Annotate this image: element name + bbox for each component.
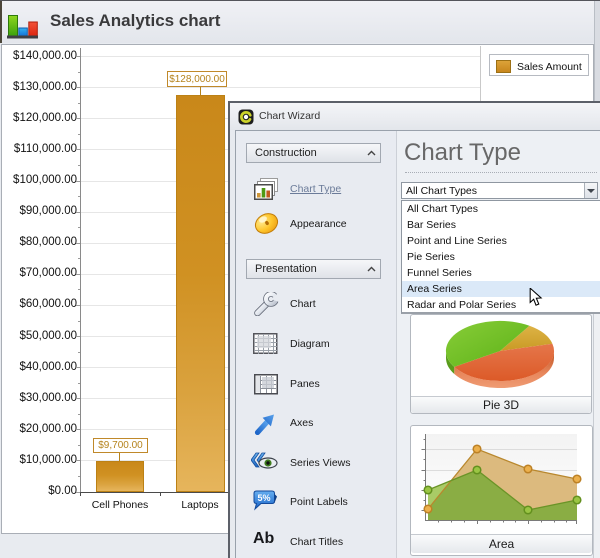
svg-text:5%: 5% (257, 493, 270, 503)
